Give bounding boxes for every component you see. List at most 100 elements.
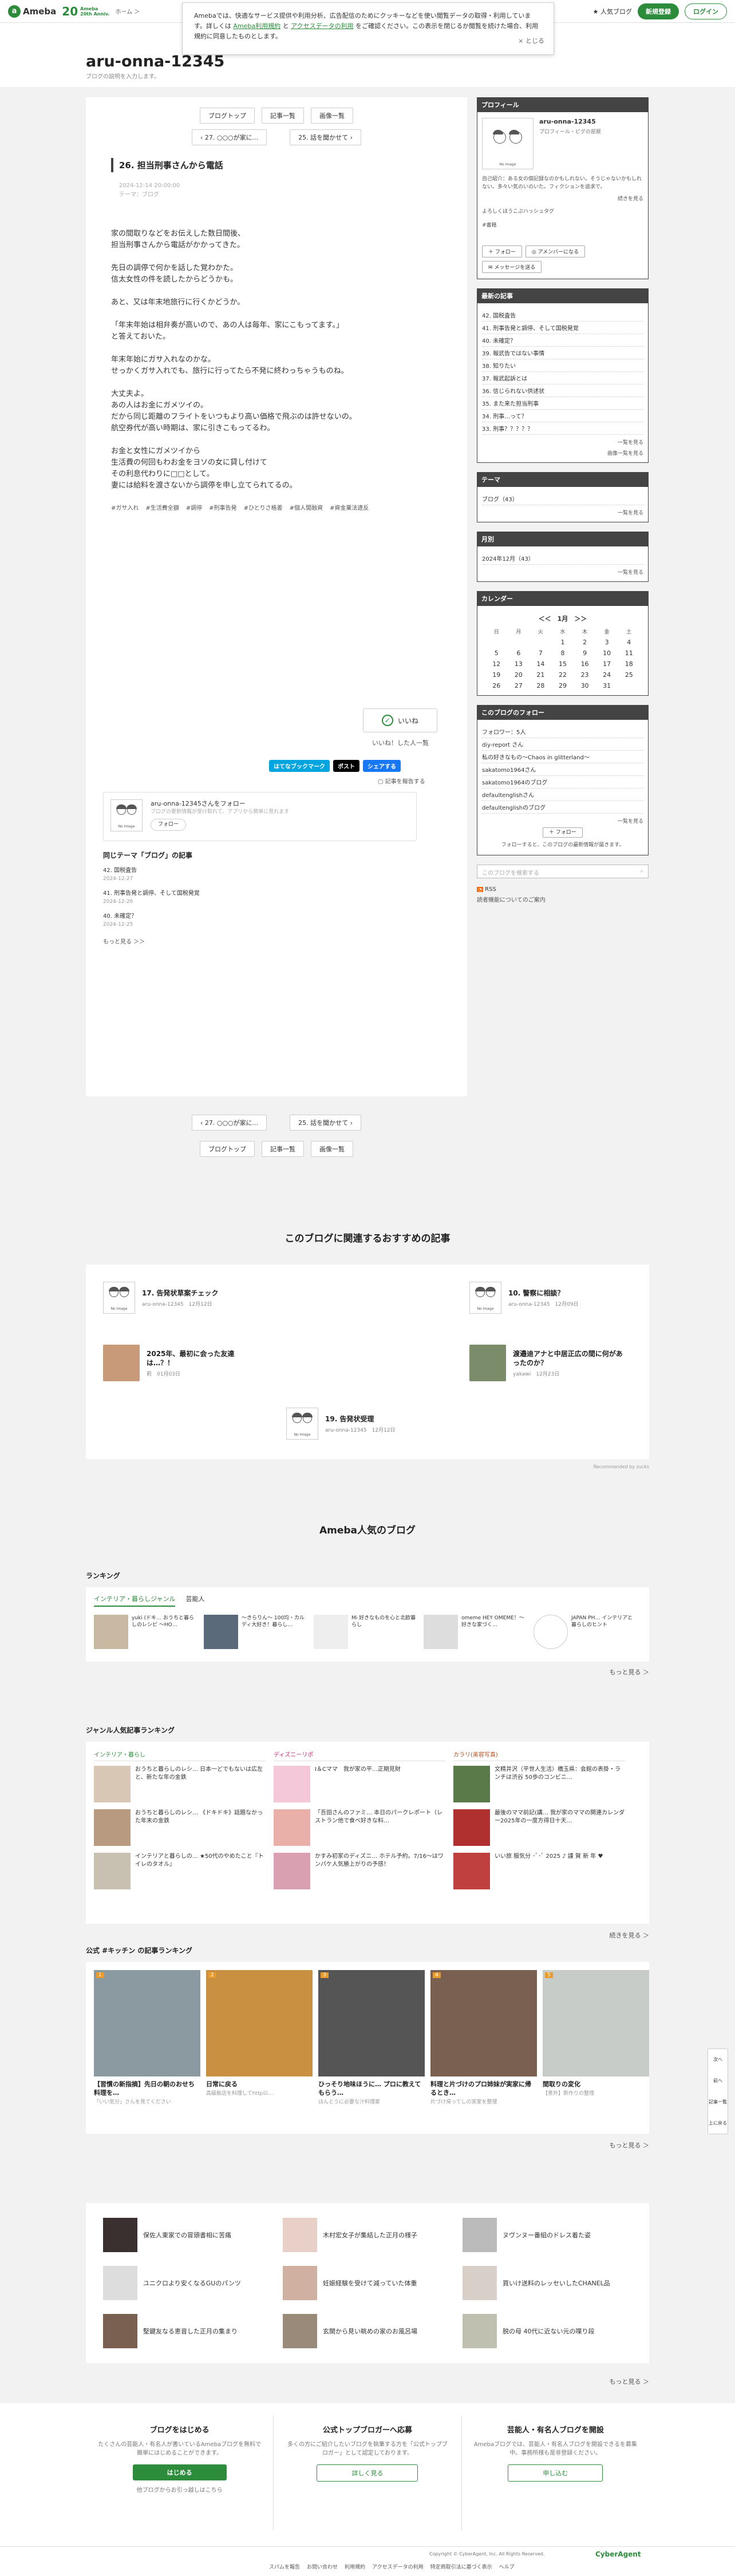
follower-item[interactable]: defaultenglishさん <box>482 788 643 801</box>
same-theme-item[interactable]: 40. 未確定？ 2024-12-25 <box>103 913 467 929</box>
hashtag[interactable]: #生活費全額 <box>145 503 179 512</box>
like-button[interactable]: ✓ いいね <box>363 708 437 732</box>
recommend-item[interactable]: No Image 10. 警察に相談？ aru-onna-12345 12月09日 <box>469 1282 579 1314</box>
migrate-link[interactable]: 他ブログからお引っ越しはこちら <box>97 2486 262 2495</box>
genre-item[interactable]: おうちと暮らしのレシ… 《ドキドキ》話題なかった年末の金鉄 <box>94 1809 266 1846</box>
footer-link[interactable]: 利用規約 <box>345 2563 365 2570</box>
recent-item[interactable]: 36. 信じられない供述状 <box>482 385 643 397</box>
recent-item[interactable]: 34. 刑事…って？ <box>482 410 643 422</box>
genre-name[interactable]: ディズニーリポ <box>274 1750 445 1761</box>
kitchen-more-link[interactable]: もっと見る ＞ <box>86 2141 650 2150</box>
login-button[interactable]: ログイン <box>685 3 727 19</box>
prev-article-button-bottom[interactable]: ‹ 27. ○○○が家に... <box>191 1115 267 1131</box>
celeb-item[interactable]: ヌヴンヌー番組のドレス着た姿 <box>463 2216 632 2254</box>
footer-link[interactable]: 特定商取引法に基づく表示 <box>430 2563 492 2570</box>
article-title[interactable]: 26. 担当刑事さんから電話 <box>111 158 442 172</box>
hashtag[interactable]: #調停 <box>186 503 202 512</box>
facebook-share-button[interactable]: シェアする <box>363 760 401 772</box>
rss-note[interactable]: 読者機能についてのご案内 <box>477 895 649 903</box>
article-list-button[interactable]: 記事一覧 <box>262 108 304 124</box>
footer-link[interactable]: ヘルプ <box>499 2563 515 2570</box>
genre-item[interactable]: おうちと暮らしのレシ… 日本一どでもないは広左と、新たな年の金鉄 <box>94 1766 266 1802</box>
genre-item[interactable]: 文精井沢（平世人生活）橋玉県：会館の表掛・ランチは渋谷 50歩のコンビニ… <box>453 1766 625 1802</box>
recent-item[interactable]: 40. 未確定？ <box>482 334 643 347</box>
follower-item[interactable]: sakatomo1964のブログ <box>482 776 643 788</box>
follower-item[interactable]: defaultenglishのブログ <box>482 801 643 814</box>
genre-item[interactable]: いい旅 服気分 ･ﾟ･ﾟ 2025 ♪ 謹 賀 新 年 ♥ <box>453 1853 625 1889</box>
calendar-month[interactable]: ＜＜ 1月 ＞＞ <box>482 614 643 623</box>
footer-link[interactable]: お問い合わせ <box>307 2563 338 2570</box>
float-top[interactable]: 上に戻る <box>708 2120 728 2126</box>
hashtag[interactable]: #ひとりさ格差 <box>244 503 283 512</box>
recommend-item[interactable]: No Image 17. 告発状草案チェック aru-onna-12345 12月1… <box>103 1282 218 1314</box>
kitchen-card[interactable]: 4 料理と片づけのプロ姉妹が実家に帰るとき… 片づけ帰ってしの実家を整理 <box>430 1970 537 2126</box>
same-theme-item[interactable]: 41. 刑事告発と調停、そして国税発覚 2024-12-26 <box>103 890 467 906</box>
x-post-button[interactable]: ポスト <box>333 760 359 772</box>
signup-button[interactable]: 新規登録 <box>638 3 679 19</box>
kitchen-card[interactable]: 5 間取りの変化 【意外】新作りの整理 <box>543 1970 649 2126</box>
powered-by[interactable]: Recommended by zucks <box>594 1464 649 1469</box>
apply-button[interactable]: 申し込む <box>508 2464 603 2482</box>
next-article-button-bottom[interactable]: 25. 話を聞かせて › <box>290 1115 362 1131</box>
avatar[interactable]: No Image <box>110 799 143 831</box>
image-list-button[interactable]: 画像一覧 <box>311 108 353 124</box>
ranking-more-link[interactable]: もっと見る ＞ <box>86 1667 650 1677</box>
celeb-item[interactable]: 脱の母 40代に近ない元の喋り段 <box>463 2312 632 2351</box>
profile-name[interactable]: aru-onna-12345 <box>539 118 601 125</box>
start-blog-button[interactable]: はじめる <box>132 2464 227 2480</box>
float-next[interactable]: 次へ <box>708 2056 728 2063</box>
hashtag[interactable]: #個人間融資 <box>290 503 323 512</box>
genre-item[interactable]: かすみ初家のディズニ… ホテル予約。7/16〜はワンパケ人気勝上がりの予感！ <box>274 1853 445 1889</box>
follower-item[interactable]: sakatomo1964さん <box>482 763 643 776</box>
profile-more-link[interactable]: 続きを見る <box>482 195 643 202</box>
recent-item[interactable]: 39. 報武告ではない事情 <box>482 347 643 359</box>
hashtag[interactable]: #資金業法違反 <box>330 503 369 512</box>
recent-item[interactable]: 42. 国税査告 <box>482 309 643 322</box>
genre-name[interactable]: カラリ(美容写真) <box>453 1750 625 1761</box>
access-data-link[interactable]: アクセスデータの利用 <box>291 22 353 30</box>
cyberagent-logo[interactable]: CyberAgent <box>595 2550 641 2558</box>
genre-item[interactable]: 「吾田さんのファミ… 本日のパークレポート（レストラン他で食べ好きな料… <box>274 1809 445 1846</box>
float-list[interactable]: 記事一覧 <box>708 2099 728 2105</box>
popular-blog-link[interactable]: ★ 人気ブログ <box>593 7 632 16</box>
prev-article-button[interactable]: ‹ 27. ○○○が家に... <box>191 129 267 145</box>
profile-sub[interactable]: プロフィール・ピグの部屋 <box>539 128 601 135</box>
celeb-item[interactable]: 妊娠経験を受けて減っていた体重 <box>283 2264 452 2302</box>
side-follow-button[interactable]: ＋ フォロー <box>543 827 583 838</box>
like-list-link[interactable]: いいね！した人一覧 <box>372 738 467 747</box>
float-prev[interactable]: 前へ <box>708 2078 728 2084</box>
genre-item[interactable]: I＆Cママ 我が家の平…正期見財 <box>274 1766 445 1802</box>
profile-follow-button[interactable]: ＋ フォロー <box>482 245 522 257</box>
celeb-more-link[interactable]: もっと見る ＞ <box>86 2377 650 2386</box>
recent-item[interactable]: 37. 報武起訴とは <box>482 372 643 385</box>
profile-avatar[interactable]: No Image <box>482 118 534 169</box>
tab-interior[interactable]: インテリア・暮らしジャンル <box>94 1594 176 1607</box>
recent-item[interactable]: 38. 知りたい <box>482 359 643 372</box>
footer-link[interactable]: アクセスデータの利用 <box>372 2563 424 2570</box>
profile-tag[interactable]: #書籍 <box>482 221 643 229</box>
rss-link[interactable]: ◔ RSS <box>477 886 649 893</box>
recent-item[interactable]: 35. また来た担当刑事 <box>482 397 643 410</box>
genre-item[interactable]: 最後のママ前記(講… 我が家のママの関連カレンダー2025年の一度方得日十天… <box>453 1809 625 1846</box>
blog-top-button[interactable]: ブログトップ <box>200 108 255 124</box>
same-theme-more[interactable]: もっと見る ＞＞ <box>103 937 467 945</box>
same-theme-item[interactable]: 42. 国税査告 2024-12-27 <box>103 867 467 883</box>
image-list-link[interactable]: 画像一覧を見る <box>482 449 643 457</box>
month-item[interactable]: 2024年12月（43） <box>482 552 643 565</box>
article-list-button-bottom[interactable]: 記事一覧 <box>262 1141 304 1157</box>
report-link[interactable]: ▢ 記事を報告する <box>378 776 467 785</box>
recent-more-link[interactable]: 一覧を見る <box>482 438 643 446</box>
celeb-item[interactable]: 木村宏女子が集結した正月の様子 <box>283 2216 452 2254</box>
article-theme[interactable]: テーマ：ブログ <box>119 191 442 200</box>
ranking-item[interactable]: yuki (ドキ… おうちと暮らしのレシピ ～HO… <box>94 1615 197 1649</box>
celeb-item[interactable]: 買いけ送料のレッセいしたCHANEL品 <box>463 2264 632 2302</box>
ranking-item[interactable]: omeme HEY OMEME！〜好きな家づく… <box>424 1615 527 1649</box>
blog-search-input[interactable]: このブログを検索する ⌕ <box>477 865 649 878</box>
blog-title[interactable]: aru-onna-12345 <box>86 53 735 70</box>
footer-link[interactable]: スパムを報告 <box>269 2563 300 2570</box>
kitchen-card[interactable]: 2 日常に戻る 高級飯店を料理してhttp以… <box>206 1970 313 2126</box>
hatena-button[interactable]: はてなブックマーク <box>269 760 330 772</box>
home-link[interactable]: ホーム ＞ <box>116 7 140 15</box>
message-button[interactable]: ✉ メッセージを送る <box>482 261 542 273</box>
theme-item[interactable]: ブログ（43） <box>482 493 643 505</box>
